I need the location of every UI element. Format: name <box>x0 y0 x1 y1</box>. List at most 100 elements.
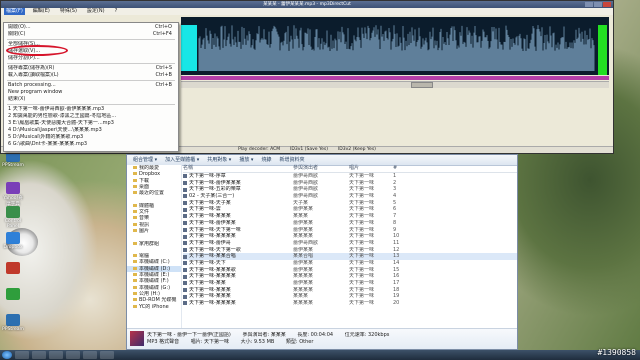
toolbar-new-folder[interactable]: 新增資料夾 <box>279 155 304 165</box>
nav-item-label: 文件 <box>139 209 150 216</box>
taskbar-item-5[interactable] <box>83 351 97 359</box>
header-artist[interactable]: 參與演出者 <box>293 165 349 172</box>
taskbar-item-browser[interactable] <box>49 351 63 359</box>
album-art-thumbnail <box>130 331 144 346</box>
toolbar-add-library[interactable]: 加入至媒體櫃 ▾ <box>165 155 199 165</box>
nav-item[interactable]: YC的 iPhone <box>127 304 181 310</box>
folder-icon <box>133 254 137 258</box>
file-menu-item[interactable]: 結束(X) <box>4 96 178 103</box>
file-row[interactable]: 天下第一味-某某某某 某某某某 天下第一味 16 <box>183 273 517 280</box>
toolbar-burn[interactable]: 燒錄 <box>261 155 271 165</box>
file-row[interactable]: 天下第一味-某某某 某某某 天下第一味 19 <box>183 293 517 300</box>
file-row[interactable]: 天下第一味-雲 蕾伊某某 天下第一味 6 <box>183 206 517 213</box>
details-album: 唱片: 天下第一味 <box>190 339 229 345</box>
file-menu-item[interactable]: 3 E:\鳳凰歌集-天使惡魔大合體-天下第一...mp3 <box>4 120 178 127</box>
file-name: 天下第一味-某某 <box>183 280 293 287</box>
file-menu-item[interactable]: 載入專案(讀取檔案)(L) Ctrl+B <box>4 72 178 79</box>
file-menu-item[interactable]: 關閉(C) Ctrl+F4 <box>4 31 178 38</box>
file-row[interactable]: 天下第一味-某某合唱 某某合唱 天下第一味 13 <box>183 253 517 260</box>
file-row[interactable]: 天下第一味-天下第一歌 蕾伊某某 天下第一味 12 <box>183 247 517 254</box>
minimize-button[interactable] <box>585 2 593 7</box>
header-album[interactable]: 唱片 <box>349 165 393 172</box>
nav-item-label: 家用群組 <box>139 240 160 247</box>
desktop-icon-6[interactable] <box>2 288 24 301</box>
file-menu-dropdown: 開啟(O)... Ctrl+O 關閉(C) Ctrl+F4 全部儲存(S)... 儲存選取… <box>3 22 179 152</box>
selection-range-bar[interactable] <box>181 76 609 80</box>
file-artist: 蕾伊某某 <box>293 259 314 266</box>
file-row[interactable]: 02 - 天子某(三合一) 蕾伊哥西歐 天下第一味 4 <box>183 193 517 200</box>
file-album: 天下第一味 <box>349 246 375 253</box>
file-row[interactable]: 天下第一味-某某某某 某某某某 天下第一味 10 <box>183 233 517 240</box>
file-menu-item[interactable]: 儲存專案(儲存為)(R) Ctrl+S <box>4 65 178 72</box>
menu-file[interactable]: 檔案(F) <box>4 8 25 15</box>
audio-file-icon <box>183 274 187 279</box>
audio-file-icon <box>183 174 187 179</box>
file-menu-item[interactable]: Batch processing... Ctrl+B <box>4 82 178 89</box>
scrollbar-thumb[interactable] <box>411 82 433 88</box>
file-menu-item[interactable]: 2 知識萬能的男性戀歌-漆黑之王國篇-冬陰地區... <box>4 113 178 120</box>
taskbar-item-6[interactable] <box>100 351 114 359</box>
maximize-button[interactable] <box>594 2 602 7</box>
file-row[interactable]: 天下第一味-某某某某 某某某某 天下第一味 20 <box>183 300 517 307</box>
audio-file-icon <box>183 261 187 266</box>
waveform-display[interactable] <box>181 17 609 75</box>
file-album: 天下第一味 <box>349 266 375 273</box>
taskbar-item-media[interactable] <box>32 351 46 359</box>
file-row[interactable]: 天下第一味-蕾伊某某某 蕾伊哥西歐 天下第一味 2 <box>183 180 517 187</box>
menu-special[interactable]: 特殊(S) <box>58 8 79 15</box>
file-menu-item[interactable]: 6 G:\歌曲\Dnt卡-某某-某某某.mp3 <box>4 141 178 148</box>
file-row[interactable]: 天下第一味-某某 蕾伊某某 天下第一味 17 <box>183 280 517 287</box>
desktop-icon-ppstream-2[interactable]: PPStream <box>2 314 24 332</box>
file-row[interactable]: 天下第一味-蕾伊某某 蕾伊某某 天下第一味 8 <box>183 220 517 227</box>
folder-icon <box>133 298 137 302</box>
file-artist: 某某某某 <box>293 286 314 293</box>
toolbar-play[interactable]: 播放 ▾ <box>239 155 253 165</box>
file-album: 天下第一味 <box>349 286 375 293</box>
file-row[interactable]: 天下第一味-某某某 某某某 天下第一味 7 <box>183 213 517 220</box>
toolbar-organize[interactable]: 組合管理 ▾ <box>133 155 157 165</box>
file-row[interactable]: 天下第一味-五彩的樂章 蕾伊哥西歐 天下第一味 3 <box>183 186 517 193</box>
file-menu-item[interactable]: 儲存分割(P)... <box>4 55 178 62</box>
desktop-icon-control-panel[interactable]: Control Panel <box>2 206 24 229</box>
app-icon <box>6 314 20 326</box>
file-menu-item[interactable]: 1 天下第一味-蕾伊哥西歐-蕾伊某某某.mp3 <box>4 106 178 113</box>
file-album: 天下第一味 <box>349 213 375 220</box>
file-menu-item[interactable]: New program window <box>4 89 178 96</box>
position-scrollbar[interactable] <box>181 81 609 88</box>
file-row[interactable]: 天下第一味-天下 蕾伊某某 天下第一味 14 <box>183 260 517 267</box>
file-row[interactable]: 天下第一味-蕾伊哥 蕾伊哥西歐 天下第一味 11 <box>183 240 517 247</box>
audio-file-icon <box>183 207 187 212</box>
menu-item-shortcut: Ctrl+B <box>155 82 172 88</box>
desktop-icon-dictionary[interactable]: Yahoo!奇摩字典 <box>2 182 24 207</box>
details-size: 大小: 9.53 MB <box>240 339 275 345</box>
file-name: 天下第一味-五彩的樂章 <box>183 186 293 193</box>
file-row[interactable]: 天下第一味-某某某歌 蕾伊某某 天下第一味 15 <box>183 267 517 274</box>
header-number[interactable]: # <box>393 165 433 172</box>
file-number: 18 <box>393 286 400 293</box>
menu-edit[interactable]: 編輯(E) <box>31 8 52 15</box>
header-name[interactable]: 名稱 <box>183 165 293 172</box>
folder-icon <box>133 228 137 232</box>
folder-icon <box>133 222 137 226</box>
file-menu-item[interactable]: 開啟(O)... Ctrl+O <box>4 24 178 31</box>
start-button[interactable] <box>2 351 12 359</box>
toolbar-share[interactable]: 共用對象 ▾ <box>207 155 231 165</box>
menu-settings[interactable]: 設定(N) <box>85 8 107 15</box>
file-row[interactable]: 天下第一味-序章 蕾伊哥西歐 天下第一味 1 <box>183 173 517 180</box>
file-number: 6 <box>393 206 397 213</box>
file-row[interactable]: 天下第一味-某某某 某某某某 天下第一味 18 <box>183 287 517 294</box>
file-name: 天下第一味-天子某 <box>183 200 293 207</box>
file-number: 4 <box>393 193 397 200</box>
desktop-icon-dropbox[interactable]: Dropbox <box>2 232 24 250</box>
file-row[interactable]: 天下第一味-天子某 天子某 天下第一味 5 <box>183 200 517 207</box>
folder-icon <box>133 279 137 283</box>
window-titlebar[interactable]: 某某某 - 蕾伊某某某.mp3 - mp3DirectCut <box>1 1 613 8</box>
taskbar-item-explorer[interactable] <box>15 351 29 359</box>
file-menu-item[interactable]: 5 D:\Musical\外籍的某某歌.mp3 <box>4 134 178 141</box>
file-menu-item[interactable]: 4 D:\Musical\Jasper\天使...\某某某.mp3 <box>4 127 178 134</box>
file-row[interactable]: 天下第一味-天下第一味 蕾伊某某 天下第一味 9 <box>183 227 517 234</box>
menu-help[interactable]: ? <box>113 8 120 15</box>
taskbar-item-mp3directcut[interactable] <box>66 351 80 359</box>
close-button[interactable] <box>603 2 611 7</box>
desktop-icon-5[interactable] <box>2 262 24 275</box>
